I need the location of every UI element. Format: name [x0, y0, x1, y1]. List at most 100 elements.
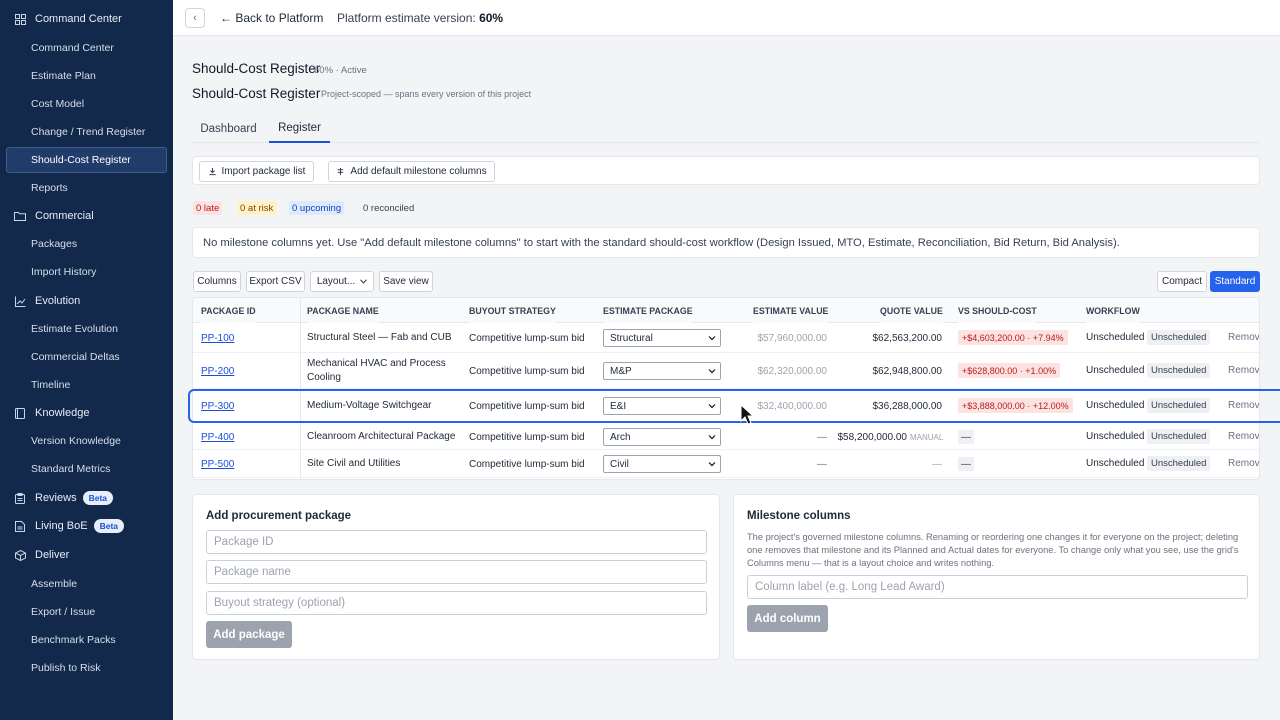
- header-vs-should-cost[interactable]: VS SHOULD-COST: [958, 298, 1037, 323]
- vs-should-cost-badge: +$3,888,000.00 · +12.00%: [958, 398, 1073, 413]
- sidebar-item-label: Benchmark Packs: [31, 634, 116, 646]
- folder-icon: [14, 210, 26, 222]
- remove-row-button[interactable]: Remove: [1228, 431, 1259, 442]
- package-name-input[interactable]: Package name: [206, 560, 707, 584]
- sidebar-item-commercial-deltas[interactable]: Commercial Deltas: [0, 344, 173, 370]
- add-package-panel: Add procurement package Package ID Packa…: [192, 494, 720, 660]
- sidebar-item-label: Version Knowledge: [31, 435, 121, 447]
- at-risk-count-badge: 0 at risk: [237, 201, 277, 215]
- compact-density-button[interactable]: Compact: [1157, 271, 1207, 292]
- header-estimate-value[interactable]: ESTIMATE VALUE: [753, 298, 829, 323]
- chevron-down-icon: [360, 279, 368, 284]
- sidebar-item-benchmark-packs[interactable]: Benchmark Packs: [0, 627, 173, 653]
- beta-badge: Beta: [82, 491, 114, 505]
- remove-row-button[interactable]: Remove: [1228, 365, 1259, 376]
- sidebar-item-version-knowledge[interactable]: Version Knowledge: [0, 428, 173, 454]
- book-icon: [14, 407, 26, 419]
- package-id-input[interactable]: Package ID: [206, 530, 707, 554]
- buyout-strategy-input[interactable]: Buyout strategy (optional): [206, 591, 707, 615]
- sidebar-item-import-history[interactable]: Import History: [0, 259, 173, 285]
- table-row[interactable]: PP-300 Medium-Voltage Switchgear Competiti…: [193, 389, 1259, 423]
- workflow-badge: Unscheduled: [1147, 429, 1211, 444]
- back-to-platform-link[interactable]: ← Back to Platform: [220, 11, 323, 25]
- sidebar-item-reviews[interactable]: Reviews Beta: [0, 485, 173, 511]
- standard-density-button[interactable]: Standard: [1210, 271, 1260, 292]
- remove-row-button[interactable]: Remove: [1228, 458, 1259, 469]
- sidebar-item-evolution[interactable]: Evolution: [0, 288, 173, 314]
- header-package-name[interactable]: PACKAGE NAME: [307, 298, 379, 323]
- header-estimate-package[interactable]: ESTIMATE PACKAGE: [603, 298, 693, 323]
- sidebar-item-label: Change / Trend Register: [31, 126, 146, 138]
- sidebar-item-estimate-plan[interactable]: Estimate Plan: [0, 63, 173, 89]
- columns-button[interactable]: Columns: [193, 271, 241, 292]
- workflow-badge: Unscheduled: [1147, 398, 1211, 413]
- column-label-input[interactable]: Column label (e.g. Long Lead Award): [747, 575, 1248, 599]
- sidebar-item-assemble[interactable]: Assemble: [0, 571, 173, 597]
- sidebar-item-estimate-evolution[interactable]: Estimate Evolution: [0, 316, 173, 342]
- milestone-columns-panel: Milestone columns The project's governed…: [733, 494, 1260, 660]
- remove-row-button[interactable]: Remove: [1228, 332, 1259, 343]
- table-row[interactable]: PP-500 Site Civil and Utilities Competitiv…: [193, 450, 1259, 478]
- header-buyout-strategy[interactable]: BUYOUT STRATEGY: [469, 298, 556, 323]
- layout-select[interactable]: Layout...: [310, 271, 374, 292]
- sidebar-item-should-cost-register[interactable]: Should-Cost Register: [6, 147, 167, 173]
- workflow-badge: Unscheduled: [1147, 363, 1211, 378]
- add-package-button[interactable]: Add package: [206, 621, 292, 648]
- chart-line-icon: [14, 295, 26, 307]
- upcoming-count-badge: 0 upcoming: [289, 201, 345, 215]
- table-row[interactable]: PP-100 Structural Steel — Fab and CUB Comp…: [193, 323, 1259, 353]
- top-bar: ‹ ← Back to Platform Platform estimate v…: [173, 0, 1280, 36]
- table-row[interactable]: PP-400 Cleanroom Architectural Package Com…: [193, 423, 1259, 450]
- add-column-button[interactable]: Add column: [747, 605, 828, 632]
- sidebar-item-label: Export / Issue: [31, 606, 96, 618]
- quote-source-tag: MANUAL: [910, 432, 944, 442]
- sidebar-item-command-center[interactable]: Command Center: [0, 6, 173, 32]
- header-package-id[interactable]: PACKAGE ID: [201, 298, 256, 323]
- sidebar-item-change-trend-register[interactable]: Change / Trend Register: [0, 119, 173, 145]
- sidebar-item-label: Import History: [31, 266, 97, 278]
- sidebar-item-packages[interactable]: Packages: [0, 231, 173, 257]
- import-package-list-button[interactable]: Import package list: [199, 161, 314, 182]
- sidebar-item-commercial[interactable]: Commercial: [0, 203, 173, 229]
- workflow-badge: Unscheduled: [1147, 330, 1211, 345]
- vs-should-cost-badge: +$628,800.00 · +1.00%: [958, 363, 1061, 378]
- sidebar-item-label: Reviews: [35, 492, 77, 504]
- add-default-milestones-button[interactable]: Add default milestone columns: [328, 161, 495, 182]
- sidebar-item-standard-metrics[interactable]: Standard Metrics: [0, 456, 173, 482]
- download-icon: [208, 167, 216, 176]
- export-csv-button[interactable]: Export CSV: [246, 271, 305, 292]
- import-label: Import package list: [221, 166, 306, 177]
- sidebar-item-label: Deliver: [35, 549, 70, 561]
- page-title: Should-Cost Register: [192, 61, 321, 76]
- sidebar-item-deliver[interactable]: Deliver: [0, 542, 173, 568]
- vs-should-cost: —: [958, 430, 974, 444]
- remove-row-button[interactable]: Remove: [1228, 400, 1259, 411]
- header-workflow[interactable]: WORKFLOW: [1086, 298, 1140, 323]
- workflow-status: Unscheduled: [1086, 331, 1145, 343]
- sidebar-item-living-boe[interactable]: Living BoE Beta: [0, 513, 173, 539]
- sidebar-item-cost-model[interactable]: Cost Model: [0, 91, 173, 117]
- reconciled-count-badge: 0 reconciled: [363, 202, 415, 214]
- sidebar-item-export-issue[interactable]: Export / Issue: [0, 599, 173, 625]
- sidebar-item-publish-to-risk[interactable]: Publish to Risk: [0, 655, 173, 681]
- sidebar-item-timeline[interactable]: Timeline: [0, 372, 173, 398]
- sidebar-item-label: Command Center: [35, 13, 122, 25]
- collapse-sidebar-button[interactable]: ‹: [185, 8, 205, 28]
- quote-value: $58,200,000.00: [837, 431, 907, 443]
- tab-dashboard[interactable]: Dashboard: [192, 114, 265, 143]
- save-view-button[interactable]: Save view: [379, 271, 433, 292]
- sidebar-item-label: Packages: [31, 238, 78, 250]
- tab-register[interactable]: Register: [269, 114, 330, 143]
- workflow-badge: Unscheduled: [1147, 456, 1211, 471]
- table-row[interactable]: PP-200 Mechanical HVAC and Process Coolin…: [193, 353, 1259, 389]
- header-quote-value[interactable]: QUOTE VALUE: [880, 298, 943, 323]
- sidebar-item-command-center[interactable]: Command Center: [0, 35, 173, 61]
- sidebar-item-label: Command Center: [31, 42, 114, 54]
- platform-version: Platform estimate version: 60%: [337, 11, 503, 25]
- sidebar-item-knowledge[interactable]: Knowledge: [0, 400, 173, 426]
- sidebar-item-label: Reports: [31, 182, 68, 194]
- sidebar-item-reports[interactable]: Reports: [0, 175, 173, 201]
- sidebar-item-label: Commercial Deltas: [31, 351, 120, 363]
- version-value: 60%: [479, 11, 504, 25]
- add-package-title: Add procurement package: [206, 510, 352, 522]
